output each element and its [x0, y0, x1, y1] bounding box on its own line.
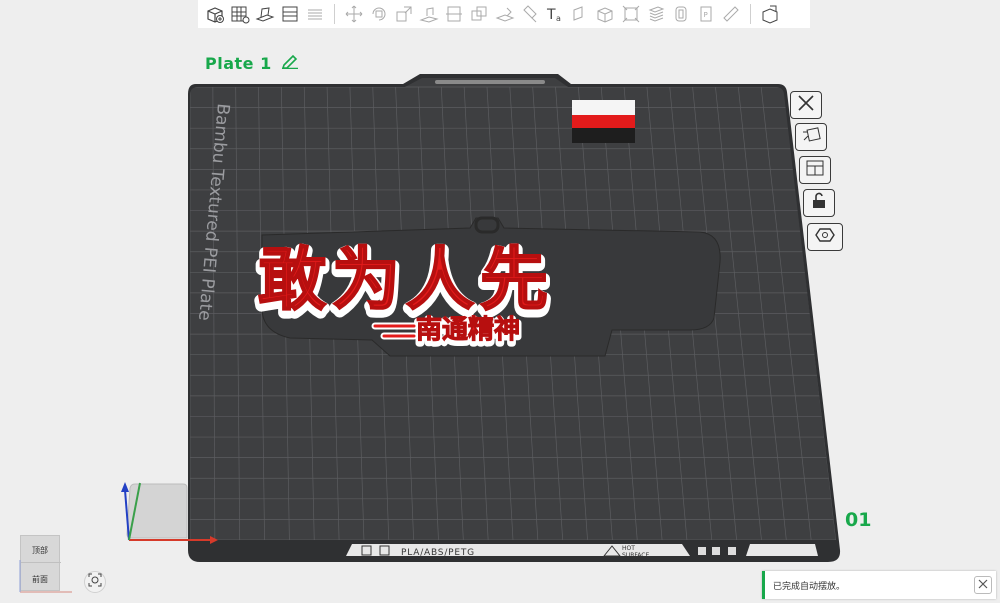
auto-orient-icon [800, 126, 822, 149]
svg-text:P: P [704, 11, 708, 19]
grid-arrange-icon[interactable] [229, 3, 251, 25]
model-sub-text[interactable]: 南通精神 [416, 315, 521, 346]
bed-corner-zone [126, 483, 188, 539]
variable-layer-icon[interactable] [670, 3, 692, 25]
assembly-icon[interactable] [594, 3, 616, 25]
auto-orient-plate-button[interactable] [795, 123, 827, 151]
mini-axes [19, 560, 72, 593]
move-icon[interactable] [343, 3, 365, 25]
model-main-text[interactable]: 敢为人先 [257, 240, 554, 321]
camera-reset-button[interactable] [84, 571, 106, 593]
add-cube-icon[interactable] [204, 3, 226, 25]
filament-type-text: PLA/ABS/PETG [401, 548, 475, 558]
layers-icon[interactable] [304, 3, 326, 25]
arrange-plate-button[interactable] [799, 156, 831, 184]
cut-icon[interactable] [443, 3, 465, 25]
delete-plate-button[interactable] [790, 91, 822, 119]
z-axis-arrow [121, 482, 129, 492]
svg-text:a: a [556, 14, 561, 23]
plate-settings-button[interactable] [807, 223, 843, 251]
toolbar-divider [333, 4, 335, 24]
notification-close-button[interactable] [974, 576, 992, 594]
rotate-icon[interactable] [368, 3, 390, 25]
split-icon[interactable] [759, 3, 781, 25]
lock-plate-button[interactable] [803, 189, 835, 217]
plate-layout-icon[interactable] [279, 3, 301, 25]
arrange-icon [804, 159, 826, 182]
auto-orient-icon[interactable] [254, 3, 276, 25]
filament-color-block[interactable] [572, 100, 635, 143]
stack-icon[interactable] [645, 3, 667, 25]
color-paint-icon[interactable] [519, 3, 541, 25]
plate-number: 01 [845, 509, 872, 531]
hexagon-settings-icon [814, 226, 836, 249]
camera-icon [88, 573, 102, 592]
close-icon [978, 579, 988, 592]
orientation-top-label[interactable]: 顶部 [32, 545, 48, 556]
lay-flat-icon[interactable] [418, 3, 440, 25]
notification-toast: 已完成自动摆放。 [762, 571, 996, 599]
close-icon [795, 94, 817, 117]
unlock-icon [808, 192, 830, 215]
scale-icon[interactable] [393, 3, 415, 25]
hot-surface-line1: HOT [622, 545, 635, 552]
top-toolbar: Ta P [198, 0, 810, 28]
slicer-window: Ta P Plate 1 Bambu Textured PEI Plate PL… [0, 0, 1000, 603]
plate-handle [435, 80, 545, 84]
text-tool-icon[interactable]: Ta [544, 3, 566, 25]
boolean-icon[interactable] [468, 3, 490, 25]
hot-surface-line2: SURFACE [622, 552, 649, 559]
notification-message: 已完成自动摆放。 [773, 581, 846, 592]
measure-icon[interactable] [569, 3, 591, 25]
bounding-box-icon[interactable] [620, 3, 642, 25]
svg-text:T: T [546, 7, 556, 23]
seam-icon[interactable]: P [695, 3, 717, 25]
ruler-icon[interactable] [720, 3, 742, 25]
support-paint-icon[interactable] [494, 3, 516, 25]
toolbar-divider [749, 4, 751, 24]
